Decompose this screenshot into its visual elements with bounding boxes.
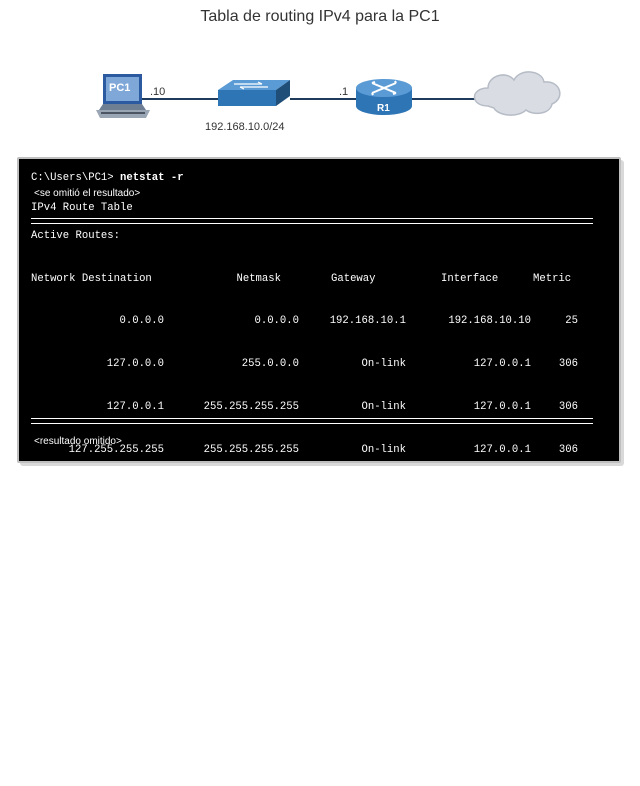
route-interface: 192.168.10.10 (448, 315, 531, 328)
route-gateway: On-link (361, 444, 406, 457)
route-table-title: IPv4 Route Table (31, 202, 133, 214)
route-row: 192.168.10.0 255.255.255.0 On-link 192.168.… (31, 486, 578, 500)
network-label: 192.168.10.0/24 (205, 121, 285, 133)
header-gateway: Gateway (331, 272, 376, 285)
router-label: R1 (377, 103, 390, 114)
command-line: C:\Users\PC1> netstat -r (31, 171, 184, 185)
route-netmask: 255.255.255.255 (203, 744, 299, 757)
switch-icon (218, 80, 290, 106)
route-netmask: 240.0.0.0 (241, 658, 299, 671)
route-interface: 192.168.10.10 (448, 658, 531, 671)
route-metric: 306 (558, 615, 578, 628)
route-metric: 306 (558, 358, 578, 371)
route-gateway: On-link (361, 701, 406, 714)
route-destination: 224.0.0.0 (106, 658, 164, 671)
route-table: Network Destination Netmask Gateway Inte… (31, 243, 578, 786)
route-row: 224.0.0.0 240.0.0.0 On-link 192.168.10.10 28… (31, 658, 578, 672)
route-netmask: 255.255.255.255 (203, 444, 299, 457)
route-interface: 192.168.10.10 (448, 487, 531, 500)
header-metric: Metric (533, 272, 572, 285)
route-metric: 281 (558, 487, 578, 500)
route-netmask: 255.255.255.255 (203, 701, 299, 714)
route-row: 127.0.0.1 255.255.255.255 On-link 127.0.0.1… (31, 400, 578, 414)
route-destination: 0.0.0.0 (119, 315, 164, 328)
header-network-destination: Network Destination (31, 272, 152, 285)
route-metric: 281 (558, 529, 578, 542)
route-destination: 255.255.255.255 (68, 701, 164, 714)
route-destination: 224.0.0.0 (106, 615, 164, 628)
route-metric: 281 (558, 572, 578, 585)
route-interface: 127.0.0.1 (473, 701, 531, 714)
network-topology (96, 71, 561, 118)
route-netmask: 255.255.255.255 (203, 572, 299, 585)
cloud-icon (473, 71, 561, 116)
route-gateway: On-link (361, 744, 406, 757)
route-interface: 127.0.0.1 (473, 615, 531, 628)
route-gateway: On-link (361, 358, 406, 371)
console-window: C:\Users\PC1> netstat -r <se omitió el r… (17, 157, 621, 756)
active-routes-label: Active Routes: (31, 230, 121, 242)
route-interface: 127.0.0.1 (473, 358, 531, 371)
route-row: 192.168.10.255 255.255.255.255 On-link 192.… (31, 572, 578, 586)
route-row: 127.0.0.0 255.0.0.0 On-link 127.0.0.1 306 (31, 357, 578, 371)
route-netmask: 255.255.255.255 (203, 401, 299, 414)
route-destination: 192.168.10.255 (74, 572, 164, 585)
route-gateway: On-link (361, 487, 406, 500)
route-netmask: 0.0.0.0 (254, 315, 299, 328)
route-interface: 192.168.10.10 (448, 572, 531, 585)
route-destination: 192.168.10.0 (87, 487, 164, 500)
route-row: 224.0.0.0 240.0.0.0 On-link 127.0.0.1 306 (31, 615, 578, 629)
route-netmask: 240.0.0.0 (241, 615, 299, 628)
route-metric: 281 (558, 744, 578, 757)
route-interface: 127.0.0.1 (473, 401, 531, 414)
header-netmask: Netmask (236, 272, 281, 285)
route-interface: 192.168.10.10 (448, 529, 531, 542)
route-gateway: On-link (361, 529, 406, 542)
route-netmask: 255.255.255.0 (216, 487, 299, 500)
route-netmask: 255.0.0.0 (241, 358, 299, 371)
route-destination: 255.255.255.255 (68, 744, 164, 757)
header-interface: Interface (441, 272, 499, 285)
omitted-output-top: <se omitió el resultado> (34, 188, 141, 199)
route-table-header: Network Destination Netmask Gateway Inte… (31, 272, 571, 286)
route-metric: 25 (565, 315, 578, 328)
route-gateway: 192.168.10.1 (329, 315, 406, 328)
route-destination: 127.0.0.1 (106, 401, 164, 414)
route-gateway: On-link (361, 401, 406, 414)
route-row: 255.255.255.255 255.255.255.255 On-link 192… (31, 743, 578, 757)
route-metric: 306 (558, 444, 578, 457)
route-interface: 192.168.10.10 (448, 744, 531, 757)
console-prompt: C:\Users\PC1> (31, 172, 121, 184)
pc-icon (96, 74, 150, 118)
route-interface: 127.0.0.1 (473, 444, 531, 457)
route-netmask: 255.255.255.255 (203, 529, 299, 542)
route-metric: 281 (558, 658, 578, 671)
router-host-label: .1 (339, 86, 349, 98)
route-metric: 306 (558, 401, 578, 414)
route-gateway: On-link (361, 615, 406, 628)
pc-host-label: .10 (150, 86, 166, 98)
route-destination: 192.168.10.10 (81, 529, 164, 542)
route-destination: 127.0.0.0 (106, 358, 164, 371)
separator-bottom (31, 418, 593, 424)
route-row: 255.255.255.255 255.255.255.255 On-link 127… (31, 701, 578, 715)
route-gateway: On-link (361, 658, 406, 671)
pc-label: PC1 (109, 82, 131, 94)
omitted-output-bottom: <resultado omitido> (34, 436, 122, 447)
route-row: 192.168.10.10 255.255.255.255 On-link 192.1… (31, 529, 578, 543)
route-gateway: On-link (361, 572, 406, 585)
separator-top (31, 218, 593, 224)
route-row: 0.0.0.0 0.0.0.0 192.168.10.1 192.168.10.10 2… (31, 314, 578, 328)
route-metric: 306 (558, 701, 578, 714)
console-command: netstat -r (120, 172, 184, 184)
